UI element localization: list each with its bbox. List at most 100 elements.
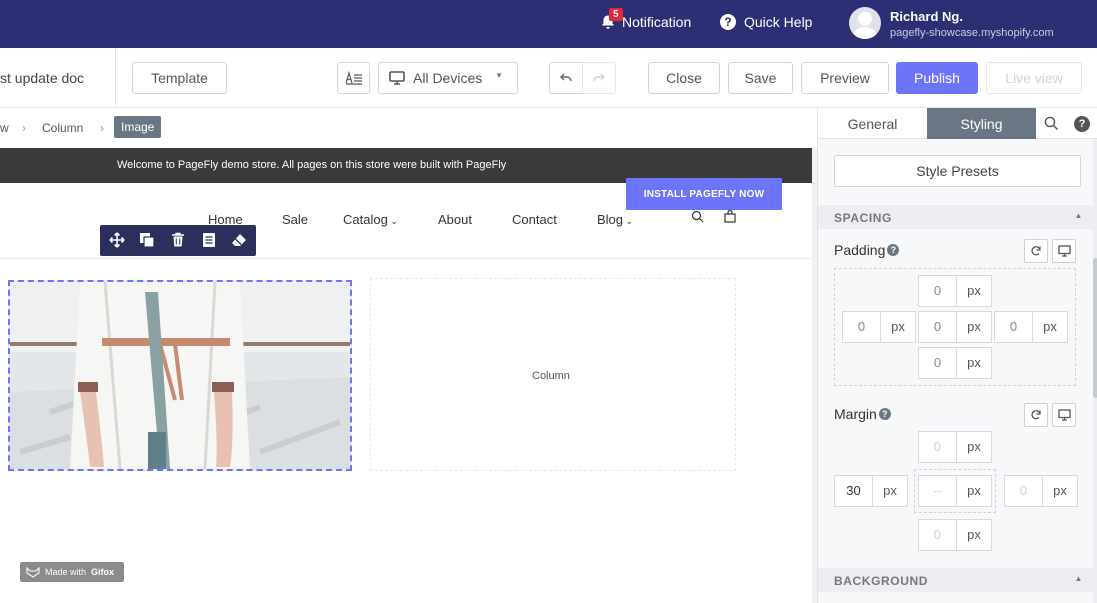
unit-label: px <box>967 527 981 542</box>
margin-right-field[interactable]: 0 px <box>1004 475 1078 507</box>
margin-top-field[interactable]: 0 px <box>918 431 992 463</box>
style-panel: General Styling ? Style Presets SPACING … <box>817 108 1097 603</box>
padding-label: Padding? <box>834 242 900 258</box>
margin-left-field[interactable]: 30 px <box>834 475 908 507</box>
nav-blog-label: Blog <box>597 212 624 227</box>
desktop-icon <box>1057 409 1071 421</box>
notification-label: Notification <box>622 14 692 30</box>
eraser-icon[interactable] <box>231 232 247 248</box>
margin-label-text: Margin <box>834 406 877 422</box>
move-icon[interactable] <box>109 232 125 248</box>
caret-down-icon: ▼ <box>495 71 503 80</box>
preview-button[interactable]: Preview <box>801 62 889 94</box>
search-icon[interactable] <box>1036 108 1066 139</box>
undo-button[interactable] <box>549 62 583 94</box>
tab-styling[interactable]: Styling <box>927 108 1036 139</box>
padding-top-value: 0 <box>919 276 957 306</box>
info-icon[interactable]: ? <box>878 408 891 420</box>
text-format-icon <box>344 71 362 85</box>
reset-padding-button[interactable] <box>1024 239 1048 263</box>
breadcrumb-item[interactable]: w <box>0 121 9 135</box>
margin-top-value: 0 <box>919 432 957 462</box>
notification-button[interactable]: 5 Notification <box>600 8 692 30</box>
desktop-icon <box>1057 245 1071 257</box>
text-format-button[interactable] <box>337 62 370 94</box>
save-template-icon[interactable] <box>201 232 217 248</box>
padding-top-field[interactable]: 0 px <box>918 275 992 307</box>
announcement-text: Welcome to PageFly demo store. All pages… <box>117 159 507 171</box>
padding-center-value: 0 <box>919 312 957 342</box>
save-button[interactable]: Save <box>728 62 793 94</box>
unit-label: px <box>1053 483 1067 498</box>
cart-icon[interactable] <box>724 209 736 226</box>
tab-general[interactable]: General <box>818 108 927 139</box>
margin-center-field[interactable]: -- px <box>918 475 992 507</box>
publish-button[interactable]: Publish <box>896 62 978 94</box>
padding-right-field[interactable]: 0 px <box>994 311 1068 343</box>
chevron-down-icon: ⌄ <box>387 216 398 226</box>
desktop-icon <box>389 71 405 85</box>
padding-left-value: 0 <box>843 312 881 342</box>
top-bar: 5 Notification ? Quick Help Richard Ng. … <box>0 0 1097 48</box>
question-icon: ? <box>720 14 736 30</box>
editor-toolbar: st update doc Template All Devices ▼ Clo… <box>0 48 1097 108</box>
search-icon[interactable] <box>691 210 704 226</box>
padding-right-value: 0 <box>995 312 1033 342</box>
margin-bottom-field[interactable]: 0 px <box>918 519 992 551</box>
close-button[interactable]: Close <box>648 62 720 94</box>
product-photo <box>10 282 350 469</box>
background-section-header[interactable]: BACKGROUND ▲ <box>818 568 1093 592</box>
device-select[interactable]: All Devices ▼ <box>378 62 518 94</box>
avatar[interactable] <box>849 7 881 39</box>
column-element[interactable]: Column <box>370 278 736 471</box>
breadcrumb-item-image[interactable]: Image <box>114 116 162 138</box>
nav-catalog[interactable]: Catalog ⌄ <box>343 212 398 227</box>
undo-icon <box>560 73 572 82</box>
unit-label: px <box>967 319 981 334</box>
unit-label: px <box>1043 319 1057 334</box>
style-presets-button[interactable]: Style Presets <box>834 155 1081 187</box>
unit-label: px <box>883 483 897 498</box>
margin-left-value: 30 <box>835 476 873 506</box>
caret-up-icon: ▲ <box>1074 211 1083 220</box>
padding-device-button[interactable] <box>1052 239 1076 263</box>
nav-about[interactable]: About <box>438 212 472 227</box>
document-title[interactable]: st update doc <box>0 70 84 86</box>
reset-margin-button[interactable] <box>1024 403 1048 427</box>
margin-label: Margin? <box>834 406 891 422</box>
breadcrumb: w › Column › Image <box>0 108 817 148</box>
selected-image-element[interactable] <box>8 280 352 471</box>
padding-left-field[interactable]: 0 px <box>842 311 916 343</box>
padding-center-field[interactable]: 0 px <box>918 311 992 343</box>
template-button[interactable]: Template <box>132 62 227 94</box>
live-view-button[interactable]: Live view <box>986 62 1082 94</box>
bell-icon: 5 <box>600 8 623 30</box>
divider <box>0 258 812 259</box>
nav-contact[interactable]: Contact <box>512 212 557 227</box>
breadcrumb-item-column[interactable]: Column <box>42 121 83 135</box>
editor-canvas[interactable]: Welcome to PageFly demo store. All pages… <box>0 148 817 603</box>
help-icon[interactable]: ? <box>1068 108 1096 139</box>
notification-count-badge: 5 <box>609 8 623 21</box>
user-name: Richard Ng. <box>890 9 963 24</box>
spacing-section-header[interactable]: SPACING ▲ <box>818 205 1093 229</box>
duplicate-icon[interactable] <box>139 232 155 248</box>
padding-bottom-field[interactable]: 0 px <box>918 347 992 379</box>
margin-device-button[interactable] <box>1052 403 1076 427</box>
redo-button[interactable] <box>582 62 616 94</box>
refresh-icon <box>1031 410 1041 420</box>
quick-help-button[interactable]: ? Quick Help <box>720 14 812 30</box>
info-icon[interactable]: ? <box>887 244 900 256</box>
device-select-value: All Devices <box>413 70 483 86</box>
element-toolbar <box>100 225 256 256</box>
margin-right-value: 0 <box>1005 476 1043 506</box>
nav-blog[interactable]: Blog ⌄ <box>597 212 633 227</box>
redo-icon <box>593 73 605 82</box>
nav-sale[interactable]: Sale <box>282 212 308 227</box>
nav-catalog-label: Catalog <box>343 212 388 227</box>
panel-scrollbar-thumb[interactable] <box>1093 258 1097 398</box>
unit-label: px <box>967 439 981 454</box>
trash-icon[interactable] <box>170 232 186 248</box>
install-pagefly-button[interactable]: INSTALL PAGEFLY NOW <box>626 178 782 210</box>
padding-label-text: Padding <box>834 242 886 258</box>
